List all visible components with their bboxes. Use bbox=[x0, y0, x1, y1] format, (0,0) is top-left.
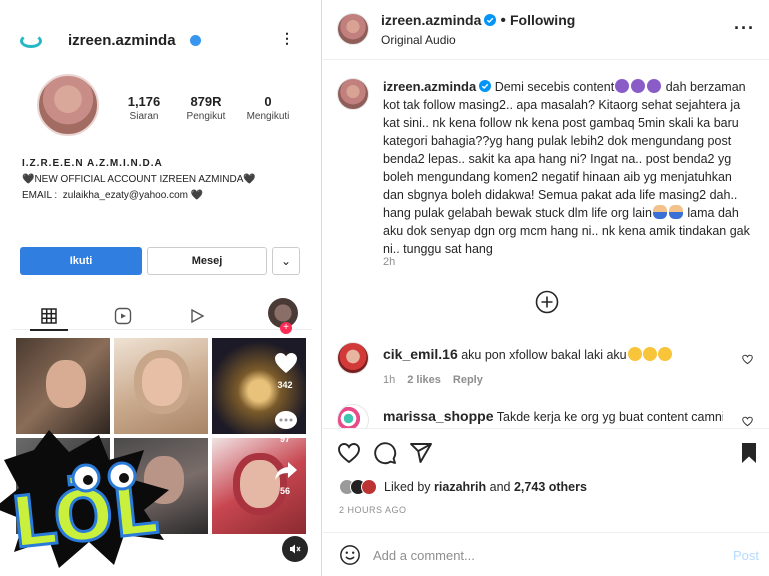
mute-button[interactable] bbox=[282, 536, 308, 562]
comment-item: cik_emil.16 aku pon xfollow bakal laki a… bbox=[337, 342, 763, 390]
caption-body-2: dah berzaman kot tak follow masing2.. ap… bbox=[383, 80, 746, 220]
share-arrow-icon bbox=[275, 462, 297, 480]
stat-posts-label: Siaran bbox=[129, 111, 159, 122]
likes-middle: and bbox=[489, 480, 511, 494]
likes-summary: Liked by riazahrih and 2,743 others bbox=[339, 476, 587, 498]
screenshot-profile-picture bbox=[37, 74, 99, 136]
laughing-emoji-icon bbox=[657, 347, 672, 361]
stat-following-value: 0 bbox=[264, 94, 272, 109]
play-icon bbox=[186, 305, 208, 327]
caption-body-1: Demi secebis content bbox=[494, 80, 615, 94]
add-comment-bar: Post bbox=[323, 532, 769, 576]
post-actions bbox=[323, 428, 769, 474]
comment-heart-icon[interactable] bbox=[742, 416, 753, 427]
stat-following-label: Mengikuti bbox=[246, 111, 290, 122]
like-heart-icon[interactable] bbox=[337, 441, 361, 465]
story-ring-icon bbox=[20, 34, 42, 48]
comment-item: marissa_shoppe Takde kerja ke org yg bua… bbox=[337, 404, 763, 428]
commenter-username[interactable]: cik_emil.16 bbox=[383, 346, 458, 362]
comment-bubble-icon bbox=[275, 411, 297, 429]
comment-likes[interactable]: 2 likes bbox=[407, 374, 441, 386]
post-media[interactable]: izreen.azminda ⋮ 1,176 Siaran 879R Pengi… bbox=[0, 0, 322, 576]
share-icon[interactable] bbox=[409, 441, 433, 465]
heart-icon bbox=[275, 353, 297, 373]
stat-followers-value: 879R bbox=[190, 94, 222, 109]
comment-meta: 1h 2 likes Reply bbox=[383, 374, 495, 386]
grid-icon bbox=[30, 305, 68, 331]
commenter-avatar[interactable] bbox=[337, 404, 369, 428]
comment-count: 97 bbox=[279, 434, 290, 444]
comment-body: Takde kerja ke org yg buat content camni… bbox=[496, 410, 723, 424]
load-more-comments-icon[interactable] bbox=[535, 290, 559, 314]
reply-button[interactable]: Reply bbox=[453, 374, 483, 386]
laughing-emoji-icon bbox=[642, 347, 657, 361]
stat-posts: 1,176 Siaran bbox=[116, 94, 172, 122]
verified-icon bbox=[190, 35, 201, 46]
comment-icon[interactable] bbox=[373, 441, 397, 465]
screenshot-profile-tabs: + bbox=[12, 298, 312, 334]
reels-icon bbox=[112, 305, 134, 327]
screenshot-username: izreen.azminda bbox=[68, 32, 176, 49]
emoji-icon bbox=[668, 205, 683, 219]
grid-post bbox=[16, 338, 110, 434]
caption-text: izreen.azminda Demi secebis content dah … bbox=[383, 78, 755, 258]
comment-text: cik_emil.16 aku pon xfollow bakal laki a… bbox=[383, 346, 723, 364]
likes-others[interactable]: 2,743 others bbox=[514, 480, 587, 494]
stat-following: 0 Mengikuti bbox=[240, 94, 296, 122]
like-count: 342 bbox=[277, 380, 293, 390]
header-meta: izreen.azminda • Following Original Audio bbox=[381, 12, 575, 47]
comment-body: aku pon xfollow bakal laki aku bbox=[461, 348, 627, 362]
post-comment-button[interactable]: Post bbox=[733, 548, 759, 563]
emoji-picker-icon[interactable] bbox=[339, 544, 361, 566]
emoji-icon bbox=[647, 79, 662, 93]
more-icon: ⋮ bbox=[280, 30, 294, 46]
emoji-icon bbox=[652, 205, 667, 219]
screenshot-follow-button: Ikuti bbox=[20, 247, 142, 275]
verified-icon bbox=[479, 80, 492, 92]
verified-icon bbox=[484, 14, 497, 26]
author-username[interactable]: izreen.azminda bbox=[381, 12, 481, 28]
stat-posts-value: 1,176 bbox=[127, 94, 161, 109]
liker-avatar bbox=[361, 479, 377, 495]
commenter-avatar[interactable] bbox=[337, 342, 369, 374]
bookmark-icon[interactable] bbox=[737, 441, 761, 465]
post-side-panel: izreen.azminda • Following Original Audio … bbox=[323, 0, 769, 576]
caption-username[interactable]: izreen.azminda bbox=[383, 79, 476, 94]
comment-input[interactable] bbox=[373, 543, 713, 567]
caption-avatar[interactable] bbox=[337, 78, 369, 110]
likes-text: Liked by riazahrih and 2,743 others bbox=[384, 480, 587, 494]
stat-followers-label: Pengikut bbox=[186, 111, 226, 122]
likes-prefix: Liked by bbox=[384, 480, 431, 494]
audio-link[interactable]: Original Audio bbox=[381, 33, 575, 47]
chevron-down-icon: ⌄ bbox=[272, 247, 300, 275]
dot-separator: • bbox=[500, 12, 506, 29]
screenshot-header: izreen.azminda ⋮ bbox=[12, 30, 312, 52]
post-header: izreen.azminda • Following Original Audio … bbox=[323, 0, 769, 60]
laughing-emoji-icon bbox=[627, 347, 642, 361]
screenshot-message-button: Mesej bbox=[147, 247, 267, 275]
liker-username[interactable]: riazahrih bbox=[434, 480, 486, 494]
following-button[interactable]: Following bbox=[510, 12, 575, 28]
speaker-muted-icon bbox=[290, 544, 301, 554]
plus-icon: + bbox=[280, 322, 292, 334]
author-avatar[interactable] bbox=[337, 13, 369, 45]
bio-name: I.Z.R.E.E.N A.Z.M.I.N.D.A bbox=[22, 158, 163, 169]
caption-timestamp[interactable]: 2h bbox=[383, 256, 395, 268]
bio-email: EMAIL : zulaikha_ezaty@yahoo.com 🖤 bbox=[22, 190, 204, 201]
bio-line: 🖤NEW OFFICIAL ACCOUNT IZREEN AZMINDA🖤 bbox=[22, 174, 256, 185]
post-timestamp[interactable]: 2 HOURS AGO bbox=[339, 505, 407, 515]
emoji-icon bbox=[631, 79, 646, 93]
comment-time[interactable]: 1h bbox=[383, 374, 395, 386]
stat-followers: 879R Pengikut bbox=[178, 94, 234, 122]
emoji-icon bbox=[615, 79, 630, 93]
screenshot-bio: I.Z.R.E.E.N A.Z.M.I.N.D.A 🖤NEW OFFICIAL A… bbox=[22, 156, 256, 204]
share-count: 56 bbox=[279, 486, 290, 496]
more-options-icon[interactable]: ··· bbox=[734, 18, 755, 39]
lol-sticker: LÖL bbox=[0, 430, 169, 568]
grid-post bbox=[114, 338, 208, 434]
commenter-username[interactable]: marissa_shoppe bbox=[383, 408, 494, 424]
comment-text: marissa_shoppe Takde kerja ke org yg bua… bbox=[383, 408, 723, 426]
comment-heart-icon[interactable] bbox=[742, 354, 753, 365]
